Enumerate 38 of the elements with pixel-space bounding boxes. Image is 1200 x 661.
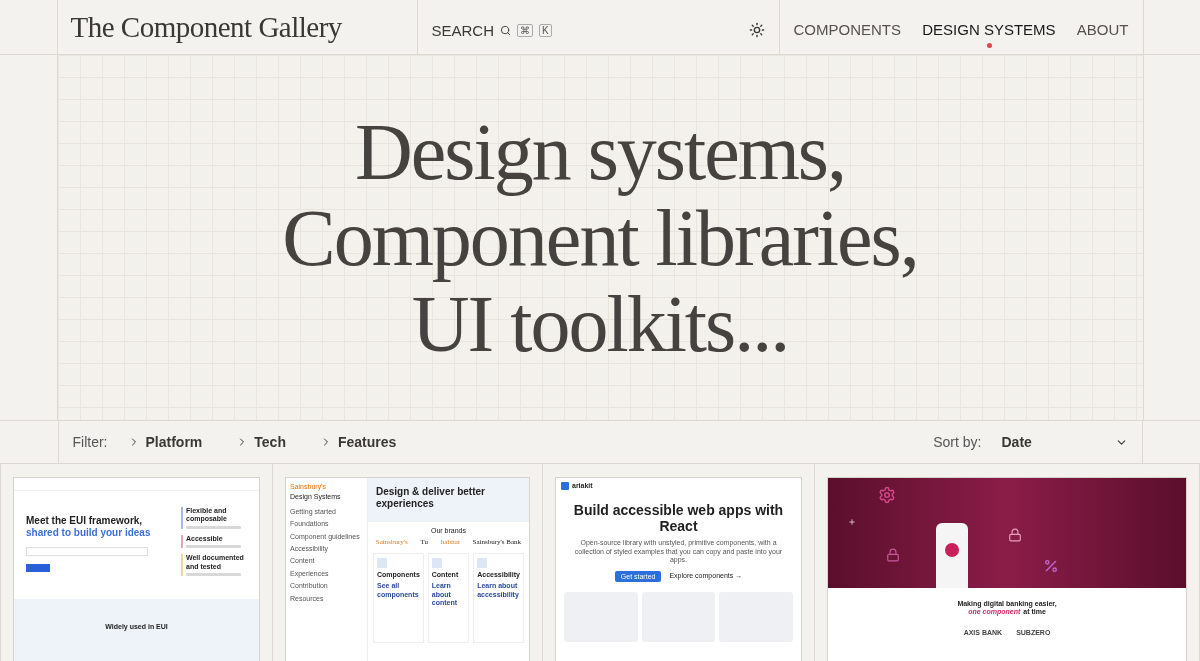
sun-icon: [748, 22, 765, 38]
lock-icon: [886, 548, 900, 562]
site-heading: Design & deliver better experiences: [376, 486, 486, 510]
sort-label: Sort by:: [933, 434, 982, 450]
hero-title: Design systems, Component libraries, UI toolkits...: [282, 108, 918, 367]
sort-select[interactable]: Date: [1001, 432, 1128, 452]
keyboard-key: K: [539, 23, 552, 37]
nav-link[interactable]: ABOUT: [1076, 20, 1129, 48]
site-heading: Build accessible web apps with React: [572, 502, 785, 535]
site-logo[interactable]: The Component Gallery: [70, 10, 342, 44]
filter-toggle[interactable]: Tech: [236, 432, 286, 452]
design-system-card[interactable]: [285, 477, 530, 661]
keyboard-key: ⌘: [517, 23, 533, 37]
design-system-card[interactable]: [555, 477, 802, 661]
theme-toggle-button[interactable]: [748, 22, 765, 38]
percent-icon: [1043, 558, 1059, 574]
tile-square-icon: [431, 557, 442, 568]
nav-link[interactable]: DESIGN SYSTEMS: [922, 20, 1056, 48]
tile-square-icon: [477, 557, 488, 568]
search-button[interactable]: SEARCH ⌘ K: [431, 17, 552, 43]
site-logo-icon: [561, 482, 569, 491]
app-logo-icon: [945, 543, 959, 557]
filter-toggle[interactable]: Platform: [127, 432, 203, 452]
text-line: [186, 525, 241, 529]
gear-icon: [878, 486, 896, 504]
site-heading: Meet the EUI framework,: [26, 515, 144, 527]
active-indicator-dot: [986, 42, 992, 48]
filter-toggle[interactable]: Features: [319, 432, 397, 452]
search-icon: [500, 24, 511, 36]
text-line: [186, 545, 241, 549]
site-button: [26, 564, 50, 572]
tile-square-icon: [377, 557, 387, 568]
sparkle-icon: [848, 518, 856, 526]
nav-link[interactable]: COMPONENTS: [793, 20, 901, 48]
text-line: [186, 572, 241, 576]
filter-label: Filter:: [72, 434, 108, 450]
lock-icon: [1008, 528, 1022, 542]
site-heading-accent: shared to build your ideas: [26, 527, 152, 539]
